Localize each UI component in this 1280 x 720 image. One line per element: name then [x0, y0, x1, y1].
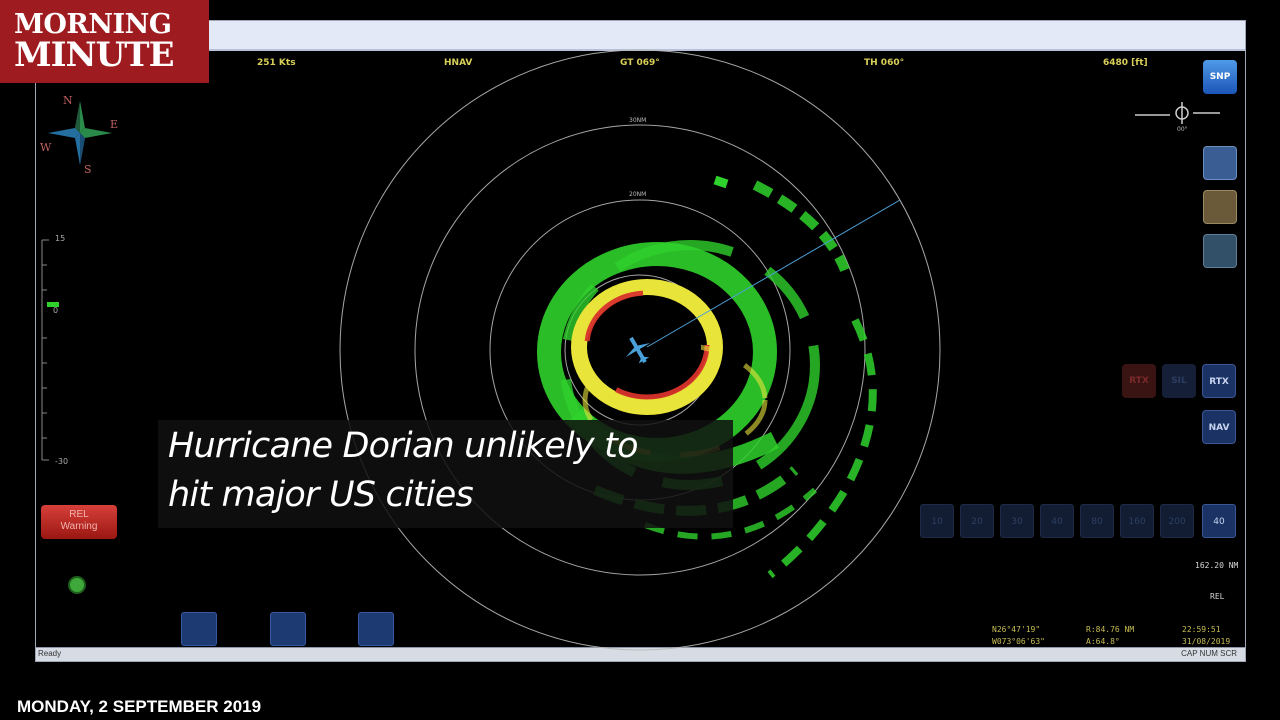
ground-speed: 251 Kts: [257, 58, 296, 68]
range-readout: 162.20 NM: [1195, 561, 1239, 570]
status-led: [68, 576, 86, 594]
clock-date: 31/08/2019: [1182, 637, 1231, 646]
ground-track: GT 069°: [620, 58, 660, 68]
headline-caption: Hurricane Dorian unlikely to hit major U…: [158, 420, 733, 528]
compass-e: E: [110, 118, 118, 131]
scale-top-label: 15: [55, 234, 65, 243]
tool-disable-icon[interactable]: [181, 612, 217, 646]
headline-line1: Hurricane Dorian unlikely to: [168, 426, 638, 466]
antenna-tilt-icon: [1135, 102, 1220, 124]
zoom-40-button[interactable]: 40: [1040, 504, 1074, 538]
track-line: [646, 199, 901, 348]
altitude: 6480 [ft]: [1103, 58, 1148, 68]
zoom-20-button[interactable]: 20: [960, 504, 994, 538]
nav-button[interactable]: NAV: [1202, 410, 1236, 444]
compass-n: N: [63, 94, 73, 107]
cursor-azimuth: A:64.8°: [1086, 637, 1120, 646]
range-label-30nm: 30NM: [629, 117, 646, 124]
brand-line2: MINUTE: [14, 35, 174, 75]
nav-mode: HNAV: [444, 58, 473, 68]
warning-line2: Warning: [60, 521, 98, 532]
warning-line1: REL: [69, 509, 89, 520]
tool-layers-icon[interactable]: [358, 612, 394, 646]
tool-screen-icon[interactable]: [270, 612, 306, 646]
document-icon[interactable]: [1203, 146, 1237, 180]
sil-button[interactable]: SIL: [1162, 364, 1196, 398]
weather-radar-display: 30NM 20NM N E W S 15 0 -30 00°: [40, 49, 1220, 651]
compass-rose-icon: [48, 101, 112, 165]
zoom-30-button[interactable]: 30: [1000, 504, 1034, 538]
scale-mid-label: 0: [53, 306, 58, 315]
rtx-disabled-button[interactable]: RTX: [1122, 364, 1156, 398]
rel-warning-button[interactable]: REL Warning: [41, 505, 117, 539]
zoom-80-button[interactable]: 80: [1080, 504, 1114, 538]
zoom-160-button[interactable]: 160: [1120, 504, 1154, 538]
mode-readout: REL: [1210, 592, 1225, 601]
tilt-angle: 00°: [1177, 126, 1188, 133]
snapshot-button[interactable]: SNP: [1203, 60, 1237, 94]
tilt-scale: [41, 239, 49, 461]
rtx-button[interactable]: RTX: [1202, 364, 1236, 398]
compass-w: W: [40, 141, 52, 154]
scale-bottom-label: -30: [55, 457, 68, 466]
layers-icon[interactable]: [1203, 234, 1237, 268]
compass-s: S: [84, 163, 92, 176]
true-heading: TH 060°: [864, 58, 905, 68]
zoom-200-button[interactable]: 200: [1160, 504, 1194, 538]
latitude: N26°47'19": [992, 625, 1041, 634]
zoom-10-button[interactable]: 10: [920, 504, 954, 538]
zoom-selected-button[interactable]: 40: [1202, 504, 1236, 538]
longitude: W073°06'63": [992, 637, 1045, 646]
headline-line2: hit major US cities: [168, 475, 474, 515]
cursor-range: R:84.76 NM: [1086, 625, 1135, 634]
broadcast-date: MONDAY, 2 SEPTEMBER 2019: [17, 697, 262, 716]
clock-time: 22:59:51: [1182, 625, 1221, 634]
morning-minute-logo: MORNING MINUTE: [0, 0, 209, 83]
map-icon[interactable]: [1203, 190, 1237, 224]
range-label-20nm: 20NM: [629, 191, 646, 198]
